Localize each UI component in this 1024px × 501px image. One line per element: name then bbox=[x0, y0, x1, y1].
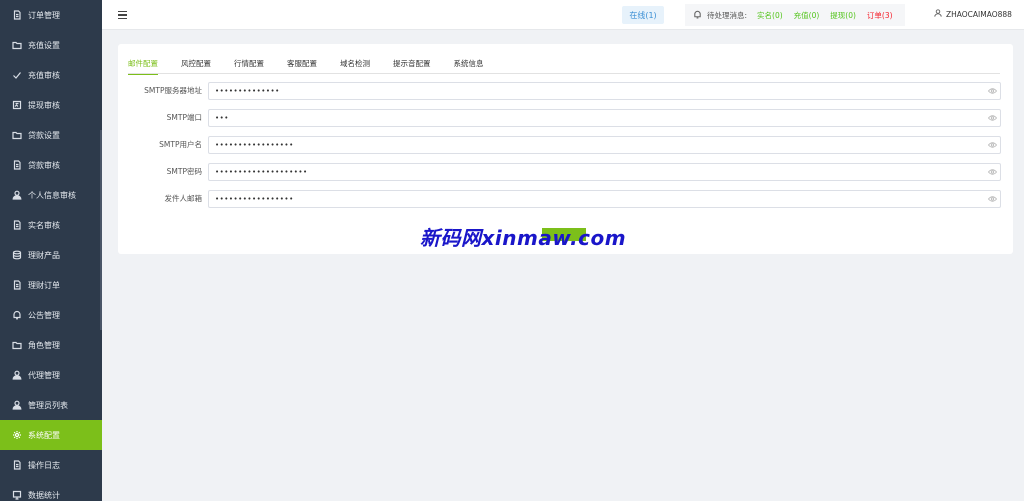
sidebar-item-15[interactable]: 操作日志 bbox=[0, 450, 102, 480]
sidebar-item-6[interactable]: 个人信息审核 bbox=[0, 180, 102, 210]
eye-icon[interactable] bbox=[987, 87, 998, 95]
user-icon bbox=[934, 9, 942, 19]
folder-icon bbox=[12, 340, 22, 350]
check-icon bbox=[12, 70, 22, 80]
form-row: SMTP用户名 bbox=[118, 136, 1013, 154]
folder-icon bbox=[12, 130, 22, 140]
tab-2[interactable]: 行情配置 bbox=[234, 58, 264, 74]
form-label: SMTP用户名 bbox=[159, 140, 202, 149]
username: ZHAOCAIMAO888 bbox=[946, 9, 1012, 19]
folder-icon bbox=[12, 40, 22, 50]
pending-withdraw-link[interactable]: 提现(0) bbox=[830, 10, 856, 21]
sidebar-item-14[interactable]: 系统配置 bbox=[0, 420, 102, 450]
sidebar: 订单管理充值设置充值审核提现审核贷款设置贷款审核个人信息审核 实名审核理财产品理财… bbox=[0, 0, 102, 501]
bell-icon bbox=[12, 310, 22, 320]
sidebar-item-13[interactable]: 管理员列表 bbox=[0, 390, 102, 420]
form-row: SMTP密码 bbox=[118, 163, 1013, 181]
eye-icon[interactable] bbox=[987, 114, 998, 122]
eye-icon[interactable] bbox=[987, 168, 998, 176]
watermark-text: 新码网xinmaw.com bbox=[420, 226, 627, 250]
document-icon bbox=[12, 160, 22, 170]
database-icon bbox=[12, 250, 22, 260]
user-icon bbox=[12, 190, 22, 200]
form-input[interactable] bbox=[208, 82, 1001, 100]
pending-label: 待处理消息: bbox=[707, 10, 748, 20]
user-icon bbox=[12, 370, 22, 380]
sidebar-item-9[interactable]: 理财订单 bbox=[0, 270, 102, 300]
sidebar-item-3[interactable]: 提现审核 bbox=[0, 90, 102, 120]
form-row: SMTP端口 bbox=[118, 109, 1013, 127]
sidebar-item-label: 系统配置 bbox=[28, 430, 60, 440]
sidebar-item-1[interactable]: 充值设置 bbox=[0, 30, 102, 60]
sidebar-item-0[interactable]: 订单管理 bbox=[0, 0, 102, 30]
chart-icon bbox=[12, 490, 22, 500]
sidebar-item-label: 理财产品 bbox=[28, 250, 60, 260]
form-input[interactable] bbox=[208, 163, 1001, 181]
sidebar-item-8[interactable]: 理财产品 bbox=[0, 240, 102, 270]
document-icon bbox=[12, 10, 22, 20]
pending-order-link[interactable]: 订单(3) bbox=[867, 10, 893, 21]
sidebar-item-11[interactable]: 角色管理 bbox=[0, 330, 102, 360]
sidebar-item-7[interactable]: 实名审核 bbox=[0, 210, 102, 240]
sidebar-item-10[interactable]: 公告管理 bbox=[0, 300, 102, 330]
tab-1[interactable]: 风控配置 bbox=[181, 58, 211, 74]
sidebar-item-label: 充值设置 bbox=[28, 40, 60, 50]
form-label: SMTP密码 bbox=[166, 167, 202, 176]
sidebar-item-16[interactable]: 数据统计 bbox=[0, 480, 102, 501]
form-label: SMTP端口 bbox=[166, 113, 202, 122]
sidebar-item-4[interactable]: 贷款设置 bbox=[0, 120, 102, 150]
document-icon bbox=[12, 280, 22, 290]
sidebar-item-label: 操作日志 bbox=[28, 460, 60, 470]
sidebar-item-label: 提现审核 bbox=[28, 100, 60, 110]
menu-toggle-icon[interactable] bbox=[118, 11, 127, 20]
sidebar-item-2[interactable]: 充值审核 bbox=[0, 60, 102, 90]
form-row: 发件人邮箱 bbox=[118, 190, 1013, 208]
pending-realname-link[interactable]: 实名(0) bbox=[757, 10, 783, 21]
sidebar-item-label: 贷款设置 bbox=[28, 130, 60, 140]
sidebar-item-label: 代理管理 bbox=[28, 370, 60, 380]
sidebar-item-label: 管理员列表 bbox=[28, 400, 68, 410]
tab-0[interactable]: 邮件配置 bbox=[128, 58, 158, 75]
gear-icon bbox=[12, 430, 22, 440]
user-icon bbox=[12, 400, 22, 410]
sidebar-item-12[interactable]: 代理管理 bbox=[0, 360, 102, 390]
form-input[interactable] bbox=[208, 109, 1001, 127]
eye-icon[interactable] bbox=[987, 195, 998, 203]
form-input[interactable] bbox=[208, 190, 1001, 208]
form-label: SMTP服务器地址 bbox=[144, 86, 202, 95]
tab-6[interactable]: 系统信息 bbox=[454, 58, 484, 74]
sidebar-item-label: 个人信息审核 bbox=[28, 190, 76, 200]
document-icon bbox=[12, 220, 22, 230]
sidebar-item-label: 理财订单 bbox=[28, 280, 60, 290]
sidebar-scrollbar[interactable] bbox=[100, 130, 102, 330]
sidebar-item-label: 公告管理 bbox=[28, 310, 60, 320]
tab-4[interactable]: 域名检测 bbox=[340, 58, 370, 74]
online-count-badge[interactable]: 在线(1) bbox=[622, 6, 664, 24]
form-row: SMTP服务器地址 bbox=[118, 82, 1013, 100]
sidebar-item-label: 角色管理 bbox=[28, 340, 60, 350]
eye-icon[interactable] bbox=[987, 141, 998, 149]
top-header: 在线(1) 待处理消息: 实名(0) 充值(0) 提现(0) 订单(3) ZHA… bbox=[102, 0, 1024, 30]
form-label: 发件人邮箱 bbox=[164, 194, 203, 203]
document-icon bbox=[12, 460, 22, 470]
sidebar-item-label: 订单管理 bbox=[28, 10, 60, 20]
tab-3[interactable]: 客服配置 bbox=[287, 58, 317, 74]
config-tabs: 邮件配置 风控配置 行情配置 客服配置 域名检测 提示音配置 系统信息 bbox=[128, 58, 1000, 75]
sidebar-item-label: 贷款审核 bbox=[28, 160, 60, 170]
watermark: 新码网xinmaw.com bbox=[420, 222, 626, 250]
pending-messages: 待处理消息: 实名(0) 充值(0) 提现(0) 订单(3) bbox=[685, 4, 905, 26]
sidebar-item-label: 充值审核 bbox=[28, 70, 60, 80]
user-menu[interactable]: ZHAOCAIMAO888 bbox=[934, 9, 1012, 19]
pending-recharge-link[interactable]: 充值(0) bbox=[794, 10, 820, 21]
sidebar-item-label: 实名审核 bbox=[28, 220, 60, 230]
form-input[interactable] bbox=[208, 136, 1001, 154]
bell-icon bbox=[693, 10, 702, 21]
tab-5[interactable]: 提示音配置 bbox=[393, 58, 431, 74]
sidebar-item-5[interactable]: 贷款审核 bbox=[0, 150, 102, 180]
sidebar-item-label: 数据统计 bbox=[28, 490, 60, 500]
doc-image-icon bbox=[12, 100, 22, 110]
